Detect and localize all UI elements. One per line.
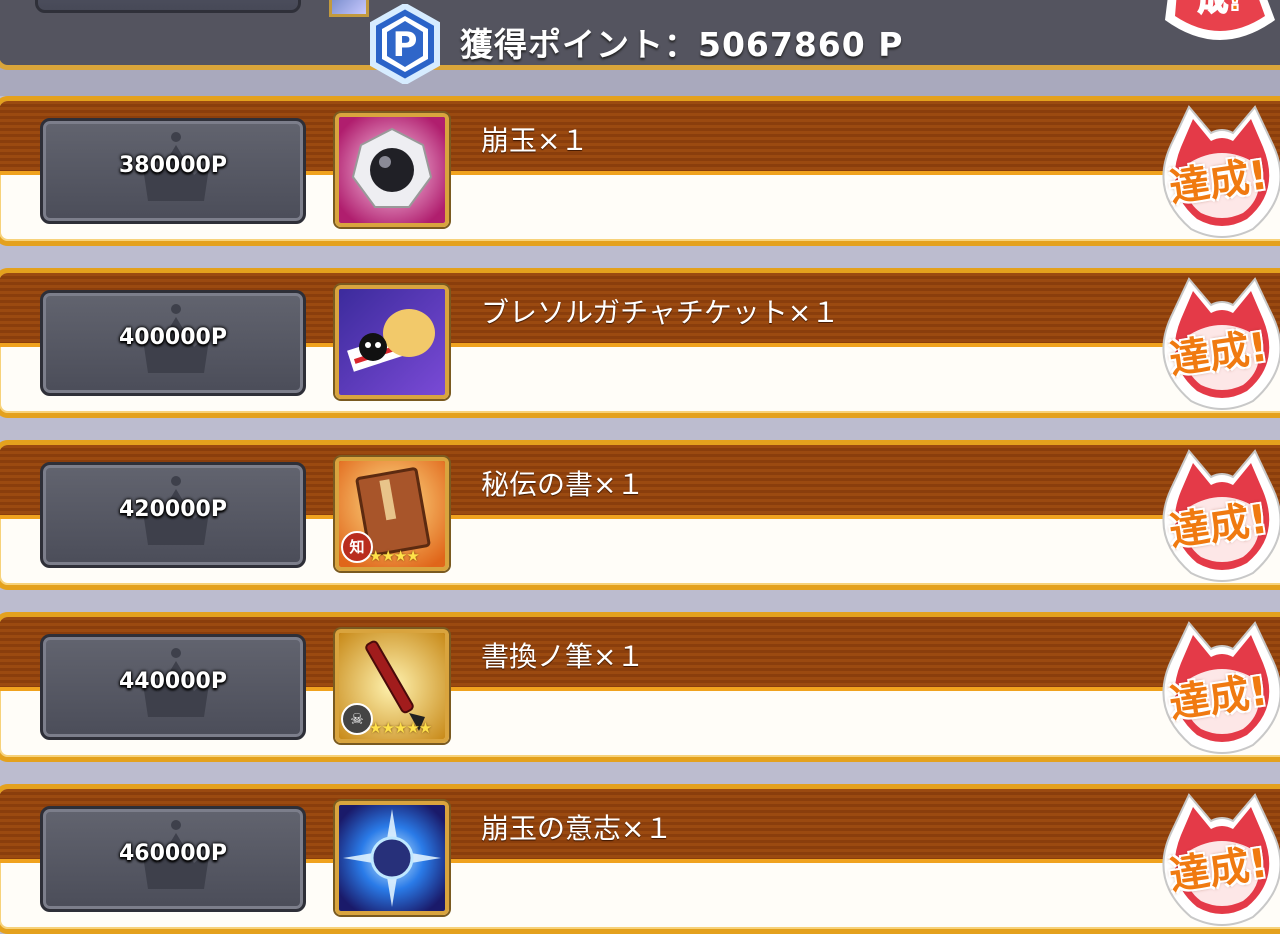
threshold-plate: 380000P	[40, 118, 306, 224]
reward-name: 崩玉の意志×１	[481, 812, 673, 845]
reward-name: 秘伝の書×１	[481, 468, 645, 501]
rarity-stars-icon: ★★★★★	[369, 719, 432, 737]
previous-item-icon	[329, 0, 369, 17]
threshold-plate: 440000P	[40, 634, 306, 740]
hogyoku-icon[interactable]	[335, 113, 449, 227]
threshold-plate: 400000P	[40, 290, 306, 396]
reward-row: 440000P ☠ ★★★★★ 書換ノ筆×１ 達成!	[0, 612, 1280, 762]
points-badge-letter: P	[393, 25, 418, 65]
threshold-label: 380000P	[119, 153, 227, 178]
achieved-stamp: 達成!	[1149, 275, 1280, 413]
reward-row: 460000P 崩玉の意志×１ 達成!	[0, 784, 1280, 934]
previous-threshold-plate	[35, 0, 301, 13]
top-strip: 成! P 獲得ポイント：5067860 P	[0, 0, 1280, 96]
threshold-label: 420000P	[119, 497, 227, 522]
hogyoku-will-icon[interactable]	[335, 801, 449, 915]
previous-achieved-stamp-icon: 成!	[1165, 0, 1275, 40]
reward-row: 420000P 知 ★★★★ 秘伝の書×１ 達成!	[0, 440, 1280, 590]
reward-name: ブレソルガチャチケット×１	[481, 296, 840, 329]
reward-name: 崩玉×１	[481, 124, 589, 157]
reward-row: 400000P ブレソルガチャチケット×１ 達成!	[0, 268, 1280, 418]
achieved-stamp: 達成!	[1149, 447, 1280, 585]
threshold-plate: 460000P	[40, 806, 306, 912]
gacha-ticket-icon[interactable]	[335, 285, 449, 399]
achieved-stamp: 達成!	[1149, 619, 1280, 757]
threshold-plate: 420000P	[40, 462, 306, 568]
rewrite-brush-icon[interactable]: ☠ ★★★★★	[335, 629, 449, 743]
achieved-stamp: 達成!	[1149, 103, 1280, 241]
secret-book-icon[interactable]: 知 ★★★★	[335, 457, 449, 571]
reward-name: 書換ノ筆×１	[481, 640, 645, 673]
points-badge-icon: P	[370, 4, 440, 84]
threshold-label: 460000P	[119, 841, 227, 866]
threshold-label: 400000P	[119, 325, 227, 350]
reward-row: 380000P 崩玉×１ 達成!	[0, 96, 1280, 246]
rarity-stars-icon: ★★★★	[369, 547, 420, 565]
threshold-label: 440000P	[119, 669, 227, 694]
acquired-points-label: 獲得ポイント：5067860 P	[460, 25, 904, 64]
svg-text:成!: 成!	[1198, 0, 1242, 18]
achieved-stamp: 達成!	[1149, 791, 1280, 929]
